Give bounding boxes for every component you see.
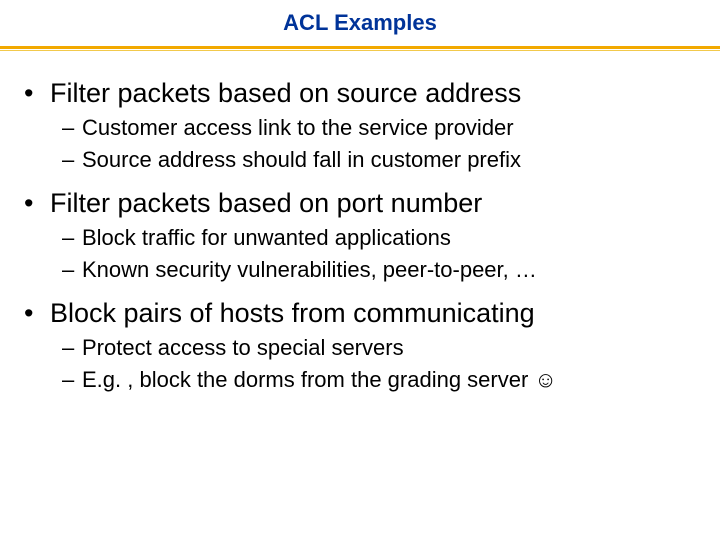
bullet-icon: •	[20, 75, 50, 111]
bullet-level2: – Source address should fall in customer…	[20, 145, 700, 175]
bullet-level1: • Block pairs of hosts from communicatin…	[20, 295, 700, 331]
bullet-text: Block pairs of hosts from communicating	[50, 295, 700, 331]
dash-icon: –	[62, 365, 82, 395]
bullet-text: Filter packets based on source address	[50, 75, 700, 111]
sub-bullet-text: Source address should fall in customer p…	[82, 145, 700, 175]
bullet-icon: •	[20, 185, 50, 221]
slide-title: ACL Examples	[0, 0, 720, 44]
title-underline	[0, 46, 720, 49]
sub-bullet-text: E.g. , block the dorms from the grading …	[82, 365, 700, 395]
bullet-group: • Filter packets based on port number – …	[20, 185, 700, 285]
bullet-group: • Block pairs of hosts from communicatin…	[20, 295, 700, 395]
sub-bullet-text: Customer access link to the service prov…	[82, 113, 700, 143]
bullet-level2: – Known security vulnerabilities, peer-t…	[20, 255, 700, 285]
sub-bullet-text: Block traffic for unwanted applications	[82, 223, 700, 253]
sub-bullet-text: Protect access to special servers	[82, 333, 700, 363]
bullet-text: Filter packets based on port number	[50, 185, 700, 221]
sub-bullet-text: Known security vulnerabilities, peer-to-…	[82, 255, 700, 285]
dash-icon: –	[62, 333, 82, 363]
bullet-group: • Filter packets based on source address…	[20, 75, 700, 175]
dash-icon: –	[62, 255, 82, 285]
bullet-level2: – Protect access to special servers	[20, 333, 700, 363]
dash-icon: –	[62, 223, 82, 253]
bullet-level2: – Block traffic for unwanted application…	[20, 223, 700, 253]
dash-icon: –	[62, 145, 82, 175]
bullet-level1: • Filter packets based on port number	[20, 185, 700, 221]
bullet-level1: • Filter packets based on source address	[20, 75, 700, 111]
bullet-icon: •	[20, 295, 50, 331]
bullet-level2: – Customer access link to the service pr…	[20, 113, 700, 143]
slide-body: • Filter packets based on source address…	[0, 51, 720, 394]
dash-icon: –	[62, 113, 82, 143]
slide: ACL Examples • Filter packets based on s…	[0, 0, 720, 540]
bullet-level2: – E.g. , block the dorms from the gradin…	[20, 365, 700, 395]
